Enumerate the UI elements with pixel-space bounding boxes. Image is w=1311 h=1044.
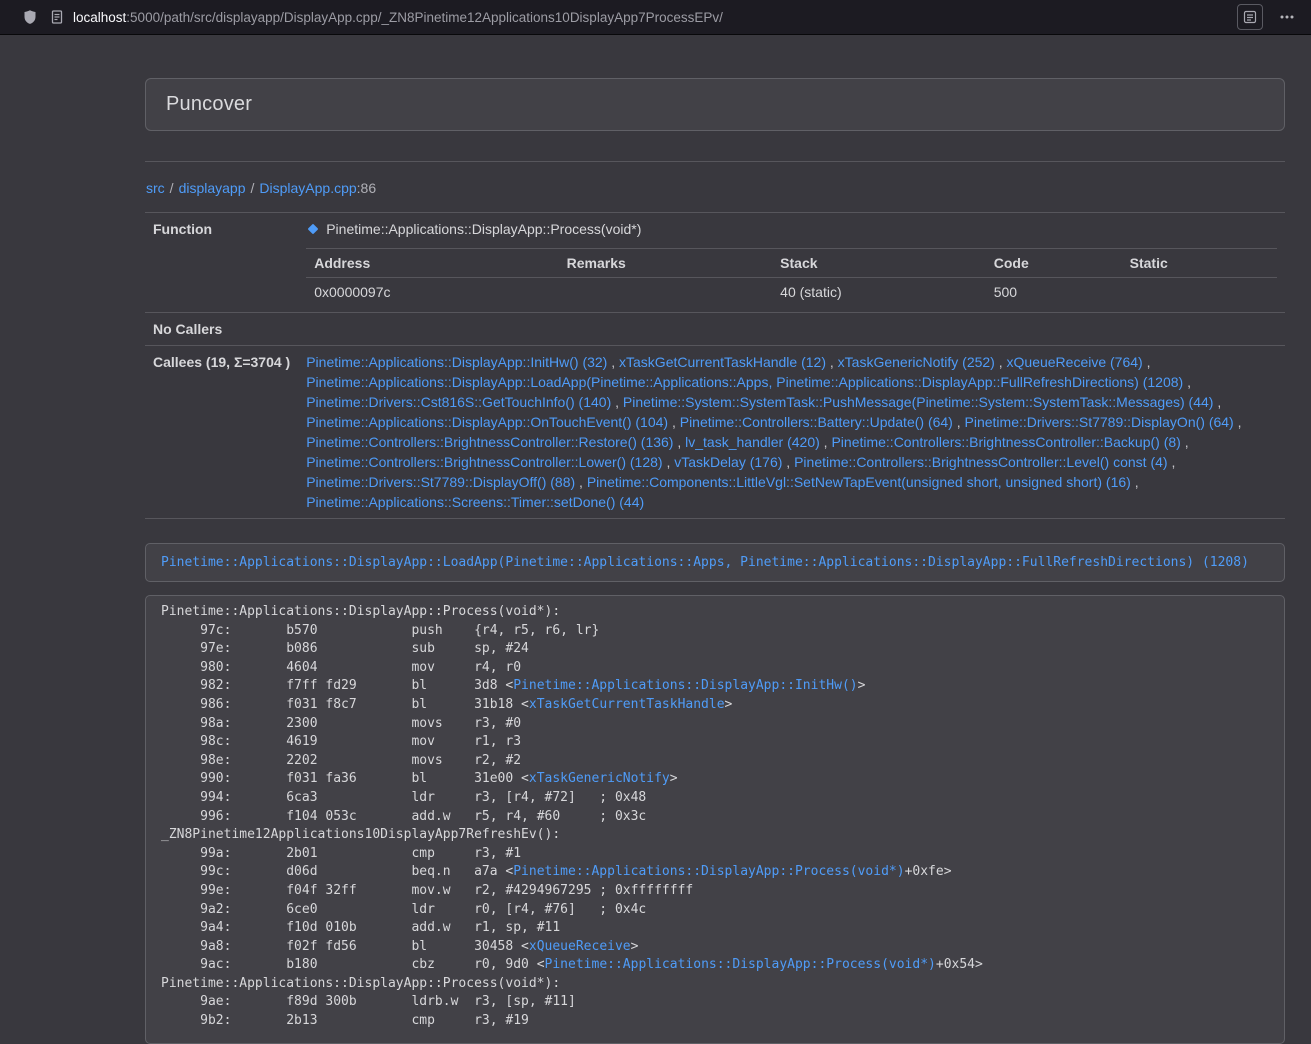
code-symbol-link[interactable]: Pinetime::Applications::DisplayApp::Proc…	[545, 957, 936, 972]
callee-link[interactable]: Pinetime::Controllers::BrightnessControl…	[794, 454, 1167, 470]
stats-value-static	[1122, 278, 1277, 307]
stats-header-address: Address	[306, 249, 558, 278]
callee-link[interactable]: xTaskGenericNotify (252)	[838, 354, 995, 370]
callee-separator: ,	[673, 434, 685, 450]
callee-separator: ,	[1213, 394, 1221, 410]
divider	[145, 161, 1285, 162]
breadcrumb-displayapp-link[interactable]: displayapp	[179, 180, 246, 196]
callee-link[interactable]: Pinetime::Controllers::BrightnessControl…	[306, 454, 662, 470]
breadcrumb-file-link[interactable]: DisplayApp.cpp	[259, 180, 356, 196]
callee-separator: ,	[607, 354, 619, 370]
code-symbol-link[interactable]: xTaskGetCurrentTaskHandle	[529, 697, 725, 712]
callee-link[interactable]: Pinetime::Drivers::Cst816S::GetTouchInfo…	[306, 394, 611, 410]
disassembly-panel: Pinetime::Applications::DisplayApp::Proc…	[145, 595, 1285, 1044]
code-symbol-link[interactable]: xTaskGenericNotify	[529, 771, 670, 786]
function-label: Function	[145, 213, 298, 313]
callee-link[interactable]: xTaskGetCurrentTaskHandle (12)	[619, 354, 826, 370]
function-stats-table: Address Remarks Stack Code Static 0x0000…	[306, 248, 1277, 306]
stats-value-remarks	[559, 278, 773, 307]
reader-view-button[interactable]	[1237, 4, 1263, 30]
code-section-header-link[interactable]: Pinetime::Applications::DisplayApp::Load…	[161, 555, 1249, 570]
function-row: Function Pinetime::Applications::Display…	[145, 213, 1285, 313]
callee-separator: ,	[1143, 354, 1151, 370]
app-title: Puncover	[166, 93, 1264, 116]
callees-list: Pinetime::Applications::DisplayApp::Init…	[298, 346, 1285, 519]
callee-link[interactable]: Pinetime::Controllers::BrightnessControl…	[831, 434, 1180, 450]
browser-toolbar: localhost:5000/path/src/displayapp/Displ…	[0, 0, 1311, 35]
callee-link[interactable]: xQueueReceive (764)	[1007, 354, 1143, 370]
breadcrumb: src/displayapp/DisplayApp.cpp:86	[146, 178, 1285, 198]
breadcrumb-separator: /	[170, 180, 174, 196]
callee-separator: ,	[611, 394, 623, 410]
callee-separator: ,	[995, 354, 1007, 370]
callee-separator: ,	[782, 454, 794, 470]
page-container: Puncover src/displayapp/DisplayApp.cpp:8…	[145, 78, 1285, 1044]
no-callers-row: No Callers	[145, 313, 1285, 346]
url-text: localhost:5000/path/src/displayapp/Displ…	[73, 10, 723, 25]
callee-separator: ,	[1131, 474, 1139, 490]
no-callers-label: No Callers	[145, 313, 298, 346]
tracking-protection-shield-icon[interactable]	[22, 9, 38, 25]
callee-separator: ,	[820, 434, 832, 450]
code-symbol-link[interactable]: xQueueReceive	[529, 939, 631, 954]
callee-link[interactable]: Pinetime::Controllers::Battery::Update()…	[680, 414, 953, 430]
site-identity-page-icon[interactable]	[50, 9, 64, 25]
function-icon	[306, 222, 320, 236]
callees-row: Callees (19, Σ=3704 ) Pinetime::Applicat…	[145, 346, 1285, 519]
code-symbol-link[interactable]: Pinetime::Applications::DisplayApp::Init…	[513, 678, 857, 693]
callee-link[interactable]: lv_task_handler (420)	[685, 434, 820, 450]
stats-value-row: 0x0000097c 40 (static) 500	[306, 278, 1277, 307]
stats-header-code: Code	[986, 249, 1122, 278]
callee-link[interactable]: vTaskDelay (176)	[674, 454, 782, 470]
callee-link[interactable]: Pinetime::Drivers::St7789::DisplayOff() …	[306, 474, 575, 490]
stats-value-stack: 40 (static)	[772, 278, 986, 307]
callee-separator: ,	[826, 354, 838, 370]
callee-separator: ,	[1234, 414, 1242, 430]
callee-link[interactable]: Pinetime::Applications::DisplayApp::Init…	[306, 354, 607, 370]
stats-header-stack: Stack	[772, 249, 986, 278]
url-path: :5000/path/src/displayapp/DisplayApp.cpp…	[126, 10, 723, 25]
callee-separator: ,	[1183, 374, 1191, 390]
no-callers-cell	[298, 313, 1285, 346]
callees-label: Callees (19, Σ=3704 )	[145, 346, 298, 519]
callee-separator: ,	[663, 454, 675, 470]
callee-separator: ,	[1181, 434, 1189, 450]
callee-link[interactable]: Pinetime::Applications::Screens::Timer::…	[306, 494, 644, 510]
breadcrumb-src-link[interactable]: src	[146, 180, 165, 196]
code-section-header-panel: Pinetime::Applications::DisplayApp::Load…	[145, 543, 1285, 582]
stats-header-static: Static	[1122, 249, 1277, 278]
callee-link[interactable]: Pinetime::System::SystemTask::PushMessag…	[623, 394, 1214, 410]
breadcrumb-separator: /	[251, 180, 255, 196]
reader-view-icon	[1243, 10, 1257, 24]
callee-separator: ,	[575, 474, 587, 490]
url-bar[interactable]: localhost:5000/path/src/displayapp/Displ…	[50, 3, 1225, 31]
stats-value-code: 500	[986, 278, 1122, 307]
callee-separator: ,	[668, 414, 680, 430]
callee-link[interactable]: Pinetime::Applications::DisplayApp::OnTo…	[306, 414, 668, 430]
callee-link[interactable]: Pinetime::Drivers::St7789::DisplayOn() (…	[965, 414, 1234, 430]
callee-separator: ,	[953, 414, 965, 430]
stats-header-row: Address Remarks Stack Code Static	[306, 249, 1277, 278]
callee-link[interactable]: Pinetime::Controllers::BrightnessControl…	[306, 434, 673, 450]
function-info-table: Function Pinetime::Applications::Display…	[145, 212, 1285, 519]
stats-header-remarks: Remarks	[559, 249, 773, 278]
url-host: localhost	[73, 10, 126, 25]
callee-separator: ,	[1168, 454, 1176, 470]
disassembly-code: Pinetime::Applications::DisplayApp::Proc…	[161, 603, 1269, 1031]
breadcrumb-line-number: :86	[357, 180, 376, 196]
stats-value-address: 0x0000097c	[306, 278, 558, 307]
function-details-cell: Pinetime::Applications::DisplayApp::Proc…	[298, 213, 1285, 313]
callee-link[interactable]: Pinetime::Components::LittleVgl::SetNewT…	[587, 474, 1131, 490]
page-actions-menu-icon[interactable]	[1275, 9, 1299, 25]
function-name: Pinetime::Applications::DisplayApp::Proc…	[326, 219, 641, 239]
app-header-panel: Puncover	[145, 78, 1285, 131]
code-symbol-link[interactable]: Pinetime::Applications::DisplayApp::Proc…	[513, 864, 904, 879]
callee-link[interactable]: Pinetime::Applications::DisplayApp::Load…	[306, 374, 1183, 390]
